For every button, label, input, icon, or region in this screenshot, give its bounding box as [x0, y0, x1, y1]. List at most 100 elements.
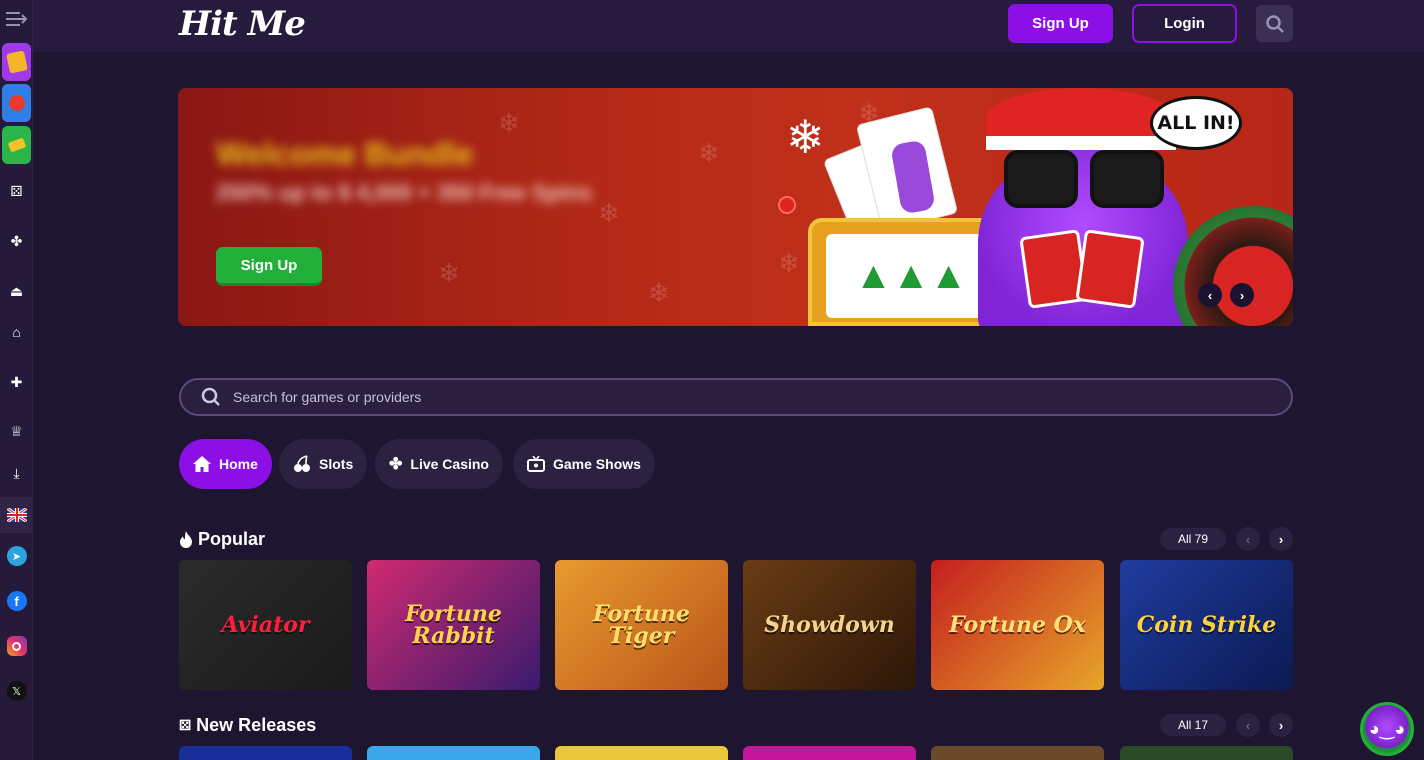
popular-next-button[interactable]: › — [1269, 527, 1293, 551]
chevron-left-icon: ‹ — [1245, 717, 1251, 733]
download-icon: ⤓ — [13, 464, 20, 481]
tab-home[interactable]: Home — [179, 439, 272, 489]
uk-flag-icon — [6, 508, 27, 522]
snowflake-decoration: ❄ — [438, 258, 460, 288]
game-card[interactable]: Aviator — [179, 560, 352, 690]
game-card[interactable] — [367, 746, 540, 760]
trophy-icon: ♕ — [10, 422, 23, 439]
game-card[interactable] — [1120, 746, 1293, 760]
facebook-link[interactable]: f — [0, 590, 33, 612]
game-search-bar[interactable] — [179, 378, 1293, 416]
megaphone-promo-icon — [2, 126, 31, 164]
game-card[interactable]: Coin Strike — [1120, 560, 1293, 690]
game-card[interactable]: Showdown — [743, 560, 916, 690]
game-card[interactable] — [179, 746, 352, 760]
snowflake-decoration: ❄ — [778, 248, 800, 278]
popular-section-title: Popular — [179, 529, 265, 550]
cherries-icon — [293, 455, 311, 473]
speech-bubble-text: ALL IN! — [1157, 112, 1235, 134]
banner-signup-button[interactable]: Sign Up — [216, 247, 322, 286]
sidebar-item-casino[interactable]: ⚄ — [0, 180, 33, 202]
sidebar-item-shop[interactable]: ⌂ — [0, 321, 33, 343]
game-title: Coin Strike — [1136, 612, 1277, 638]
sidebar-item-download[interactable]: ⤓ — [0, 462, 33, 484]
new-releases-title-text: New Releases — [196, 715, 317, 735]
game-card[interactable]: Fortune Rabbit — [367, 560, 540, 690]
search-input[interactable] — [233, 389, 1133, 405]
game-title: Fortune Ox — [949, 612, 1086, 638]
sidebar-item-live-casino[interactable]: ✤ — [0, 230, 33, 252]
login-button[interactable]: Login — [1132, 4, 1237, 43]
instagram-link[interactable] — [0, 635, 33, 657]
popular-prev-button[interactable]: ‹ — [1236, 527, 1260, 551]
top-navigation: Hit Me Sign Up Login — [33, 0, 1424, 52]
chevron-right-icon: › — [1278, 531, 1284, 547]
telegram-icon: ➤ — [6, 546, 27, 566]
lever-illustration — [778, 196, 796, 214]
banner-prev-button[interactable]: ‹ — [1198, 283, 1222, 307]
sidebar: ⚄ ✤ ⏏ ⌂ ✚ ♕ ⤓ ➤ f 𝕏 — [0, 0, 33, 760]
sidebar-item-sports[interactable]: ⏏ — [0, 280, 33, 302]
new-releases-prev-button[interactable]: ‹ — [1236, 713, 1260, 737]
sidebar-promo-rocket[interactable] — [0, 84, 33, 122]
language-selector[interactable] — [0, 497, 33, 533]
telegram-link[interactable]: ➤ — [0, 545, 33, 567]
search-icon — [201, 387, 220, 406]
sidebar-promo-crown[interactable] — [0, 43, 33, 81]
banner-next-button[interactable]: › — [1230, 283, 1254, 307]
tab-live-casino[interactable]: ✤ Live Casino — [375, 439, 503, 489]
tab-game-shows-label: Game Shows — [553, 456, 641, 472]
flame-icon — [179, 531, 193, 548]
home-icon — [193, 456, 211, 472]
logo[interactable]: Hit Me — [179, 4, 306, 44]
snowflake-icon: ❄ — [786, 111, 825, 163]
search-icon — [1265, 14, 1284, 33]
new-releases-section-title: ⚄ New Releases — [179, 715, 316, 736]
game-card[interactable] — [931, 746, 1104, 760]
sidebar-promo-megaphone[interactable] — [0, 126, 33, 164]
menu-toggle-button[interactable] — [0, 8, 33, 30]
x-icon: 𝕏 — [6, 681, 27, 701]
sunglasses-illustration — [1004, 150, 1164, 210]
game-card[interactable]: Fortune Ox — [931, 560, 1104, 690]
signup-button[interactable]: Sign Up — [1008, 4, 1113, 43]
tab-live-casino-label: Live Casino — [410, 456, 489, 472]
playing-cards-illustration — [822, 104, 959, 249]
game-card[interactable] — [555, 746, 728, 760]
tab-home-label: Home — [219, 456, 258, 472]
rocket-promo-icon — [2, 84, 31, 122]
menu-expand-icon — [5, 12, 27, 26]
x-link[interactable]: 𝕏 — [0, 680, 33, 702]
popular-all-button[interactable]: All 79 — [1160, 528, 1226, 550]
snowflake-decoration: ❄ — [598, 198, 620, 228]
card-hand-illustration — [1019, 229, 1145, 309]
promo-banner[interactable]: ❄ ❄ ❄ ❄ ❄ ❄ ❄ ❄ Welcome Bundle 250% up t… — [178, 88, 1293, 326]
support-mascot-button[interactable]: ◕‿◕ — [1360, 702, 1414, 756]
tab-game-shows[interactable]: Game Shows — [513, 439, 655, 489]
banner-subtitle: 250% up to $ 4,000 + 350 Free Spins — [216, 180, 593, 205]
chevron-right-icon: › — [1239, 287, 1245, 303]
sidebar-item-promotions[interactable]: ✚ — [0, 371, 33, 393]
game-card[interactable]: Fortune Tiger — [555, 560, 728, 690]
game-card[interactable] — [743, 746, 916, 760]
tab-slots-label: Slots — [319, 456, 354, 472]
sidebar-item-tournaments[interactable]: ♕ — [0, 420, 33, 442]
snowflake-decoration: ❄ — [698, 138, 720, 168]
santa-hat-illustration — [986, 88, 1176, 150]
search-button[interactable] — [1256, 5, 1293, 42]
game-title: Showdown — [764, 612, 895, 638]
game-title: Fortune Tiger — [593, 601, 690, 649]
snowflake-decoration: ❄ — [498, 108, 520, 138]
facebook-icon: f — [6, 591, 27, 611]
store-icon: ⌂ — [12, 324, 21, 340]
new-releases-next-button[interactable]: › — [1269, 713, 1293, 737]
game-title: Aviator — [221, 612, 310, 638]
dice-icon: ⚄ — [179, 717, 192, 733]
crown-promo-icon — [2, 43, 31, 81]
popular-title-text: Popular — [198, 529, 266, 549]
tab-slots[interactable]: Slots — [279, 439, 368, 489]
instagram-icon — [6, 636, 27, 656]
dice-icon: ⚄ — [10, 182, 23, 199]
new-releases-all-button[interactable]: All 17 — [1160, 714, 1226, 736]
gift-icon: ✚ — [10, 373, 23, 390]
